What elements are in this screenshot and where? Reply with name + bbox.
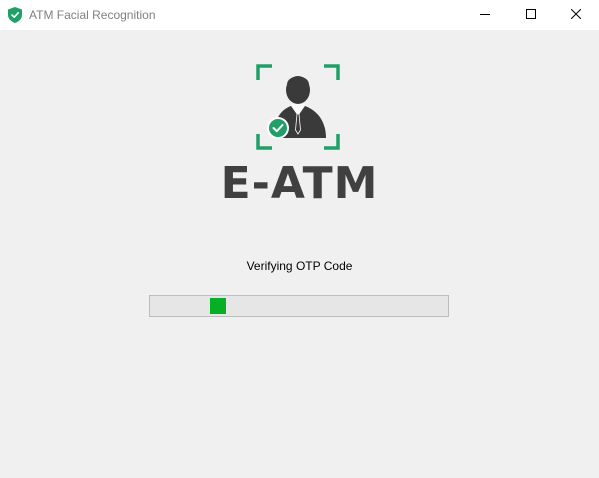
- window-title: ATM Facial Recognition: [29, 8, 156, 22]
- face-scan-user-icon: [256, 64, 342, 152]
- minimize-icon: [480, 6, 490, 24]
- close-button[interactable]: [553, 0, 599, 30]
- title-bar[interactable]: ATM Facial Recognition: [0, 0, 599, 30]
- brand-logo-text: E-ATM: [220, 158, 379, 209]
- app-window: ATM Facial Recognition E-ATM Verifying O…: [0, 0, 599, 478]
- progress-marquee-block: [210, 298, 226, 314]
- minimize-button[interactable]: [462, 0, 508, 30]
- maximize-button[interactable]: [508, 0, 554, 30]
- maximize-icon: [526, 6, 536, 24]
- progress-bar: [149, 295, 449, 317]
- status-message: Verifying OTP Code: [246, 259, 353, 273]
- close-icon: [570, 6, 582, 24]
- shield-check-icon: [8, 7, 22, 23]
